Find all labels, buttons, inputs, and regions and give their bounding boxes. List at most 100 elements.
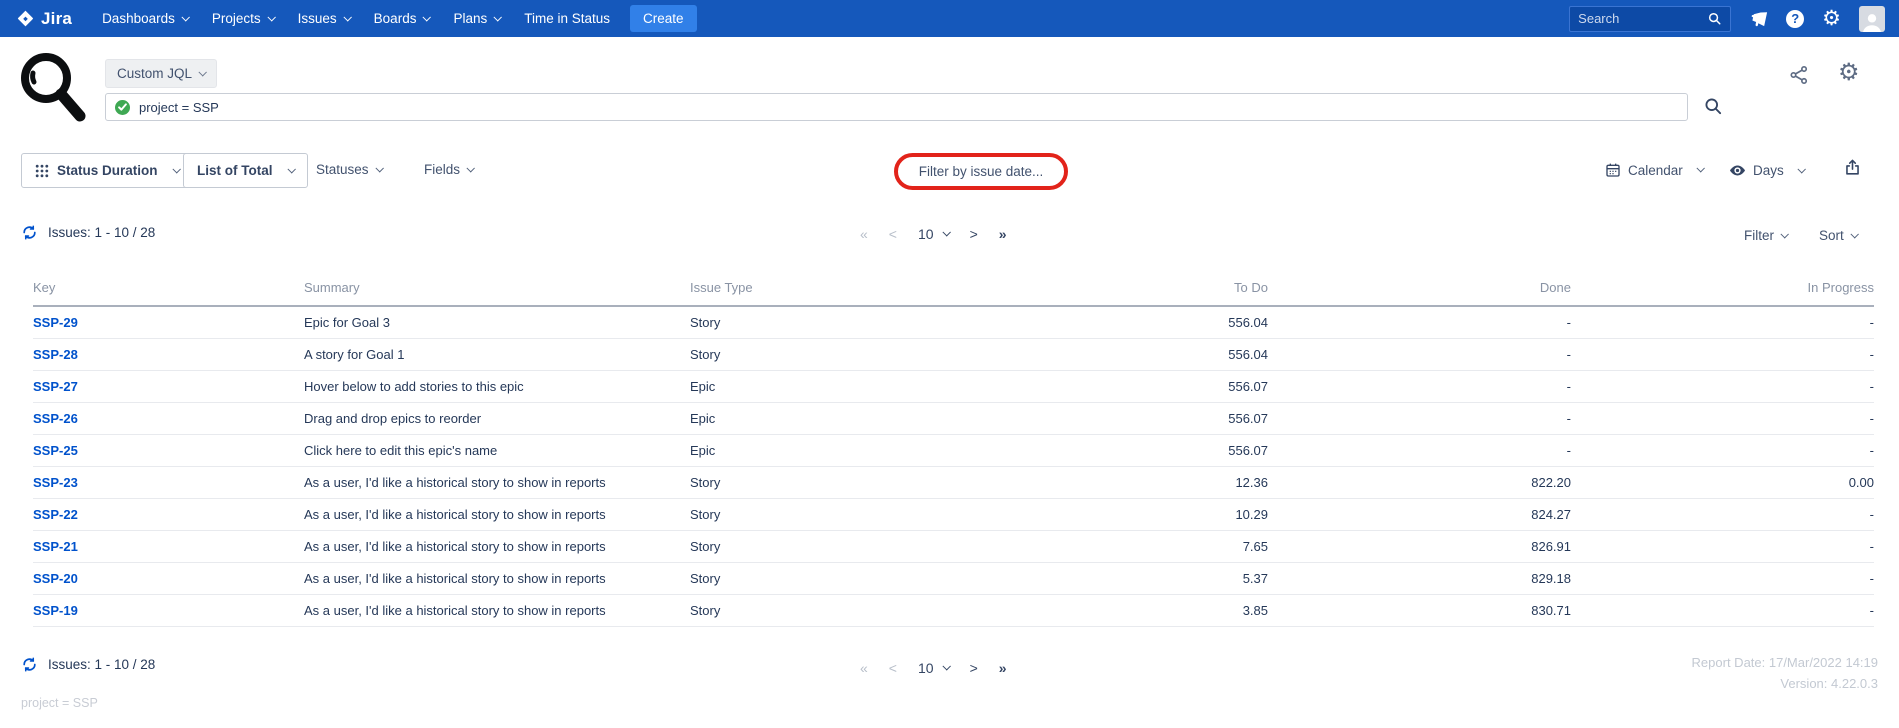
done-duration-cell: 830.71 <box>1268 603 1571 618</box>
column-header-summary[interactable]: Summary <box>304 280 690 295</box>
to-do-duration-cell: 12.36 <box>970 475 1268 490</box>
table-row[interactable]: SSP-26 Drag and drop epics to reorder Ep… <box>0 403 1899 435</box>
done-duration-cell: - <box>1268 347 1571 362</box>
table-row[interactable]: SSP-19 As a user, I'd like a historical … <box>0 595 1899 627</box>
page-size-dropdown[interactable]: 10 <box>918 226 949 242</box>
export-icon[interactable] <box>1843 158 1862 177</box>
issue-key-link[interactable]: SSP-29 <box>33 315 78 330</box>
settings-gear-icon[interactable]: ⚙ <box>1822 10 1841 28</box>
last-page-button[interactable]: » <box>999 660 1008 676</box>
nav-search-box[interactable] <box>1569 6 1731 32</box>
in-progress-duration-cell: - <box>1571 603 1874 618</box>
page-size-value: 10 <box>918 226 934 242</box>
nav-item-boards[interactable]: Boards <box>362 0 442 37</box>
nav-item-label: Dashboards <box>102 11 175 26</box>
done-duration-cell: - <box>1268 443 1571 458</box>
done-duration-cell: - <box>1268 411 1571 426</box>
share-icon[interactable] <box>1788 64 1810 86</box>
nav-item-label: Plans <box>453 11 487 26</box>
issue-table-header: Key Summary Issue Type To Do Done In Pro… <box>0 270 1899 307</box>
statuses-dropdown[interactable]: Statuses <box>316 162 382 177</box>
column-header-to-do[interactable]: To Do <box>970 280 1268 295</box>
issue-key-link[interactable]: SSP-25 <box>33 443 78 458</box>
column-header-done[interactable]: Done <box>1268 280 1571 295</box>
chevron-down-icon <box>1780 230 1788 238</box>
table-row[interactable]: SSP-23 As a user, I'd like a historical … <box>0 467 1899 499</box>
issue-key-link[interactable]: SSP-26 <box>33 411 78 426</box>
chevron-down-icon <box>198 68 206 76</box>
chevron-down-icon <box>466 164 474 172</box>
fields-label: Fields <box>424 162 460 177</box>
to-do-duration-cell: 556.04 <box>970 315 1268 330</box>
report-settings-gear-icon[interactable]: ⚙ <box>1838 58 1860 87</box>
report-type-dropdown[interactable]: Status Duration <box>21 153 193 188</box>
jql-input[interactable]: project = SSP <box>105 93 1688 121</box>
issue-key-link[interactable]: SSP-23 <box>33 475 78 490</box>
issue-key-link[interactable]: SSP-28 <box>33 347 78 362</box>
chevron-down-icon <box>287 165 295 173</box>
first-page-button[interactable]: « <box>860 226 868 242</box>
help-icon[interactable]: ? <box>1786 10 1804 28</box>
next-page-button[interactable]: > <box>970 660 978 676</box>
to-do-duration-cell: 7.65 <box>970 539 1268 554</box>
issue-key-link[interactable]: SSP-22 <box>33 507 78 522</box>
issues-count-bar-top: Issues: 1 - 10 / 28 <box>21 224 155 241</box>
issue-summary-cell: As a user, I'd like a historical story t… <box>304 571 690 586</box>
nav-item-issues[interactable]: Issues <box>286 0 362 37</box>
table-row[interactable]: SSP-27 Hover below to add stories to thi… <box>0 371 1899 403</box>
chevron-down-icon <box>494 13 502 21</box>
prev-page-button[interactable]: < <box>889 660 897 676</box>
last-page-button[interactable]: » <box>999 226 1008 242</box>
user-avatar[interactable] <box>1859 6 1885 32</box>
fields-dropdown[interactable]: Fields <box>424 162 473 177</box>
pagination-top: « < 10 > » <box>860 226 1008 242</box>
time-unit-dropdown[interactable]: Days <box>1729 162 1804 179</box>
announcements-icon[interactable] <box>1749 9 1768 28</box>
create-button[interactable]: Create <box>630 5 697 32</box>
issue-summary-cell: As a user, I'd like a historical story t… <box>304 603 690 618</box>
done-duration-cell: 829.18 <box>1268 571 1571 586</box>
page-size-dropdown[interactable]: 10 <box>918 660 949 676</box>
refresh-icon[interactable] <box>21 656 38 673</box>
issue-key-link[interactable]: SSP-27 <box>33 379 78 394</box>
issue-key-link[interactable]: SSP-19 <box>33 603 78 618</box>
nav-item-plans[interactable]: Plans <box>441 0 512 37</box>
list-mode-dropdown[interactable]: List of Total <box>183 153 308 188</box>
table-row[interactable]: SSP-29 Epic for Goal 3 Story 556.04 - - <box>0 307 1899 339</box>
issues-count-label: Issues: 1 - 10 / 28 <box>48 225 155 240</box>
column-header-key[interactable]: Key <box>33 280 304 295</box>
prev-page-button[interactable]: < <box>889 226 897 242</box>
column-header-in-progress[interactable]: In Progress <box>1571 280 1874 295</box>
column-header-issue-type[interactable]: Issue Type <box>690 280 970 295</box>
issue-key-link[interactable]: SSP-20 <box>33 571 78 586</box>
table-row[interactable]: SSP-22 As a user, I'd like a historical … <box>0 499 1899 531</box>
next-page-button[interactable]: > <box>970 226 978 242</box>
issues-count-label: Issues: 1 - 10 / 28 <box>48 657 155 672</box>
list-controls: Filter Sort <box>1744 228 1857 243</box>
search-icon <box>1707 11 1722 26</box>
nav-item-dashboards[interactable]: Dashboards <box>90 0 200 37</box>
date-filter-input[interactable]: Filter by issue date... <box>919 164 1044 179</box>
nav-search-input[interactable] <box>1578 11 1707 26</box>
table-row[interactable]: SSP-21 As a user, I'd like a historical … <box>0 531 1899 563</box>
table-row[interactable]: SSP-20 As a user, I'd like a historical … <box>0 563 1899 595</box>
nav-item-label: Boards <box>374 11 417 26</box>
query-mode-dropdown[interactable]: Custom JQL <box>105 59 217 88</box>
issue-key-link[interactable]: SSP-21 <box>33 539 78 554</box>
calendar-dropdown[interactable]: Calendar <box>1605 162 1703 178</box>
first-page-button[interactable]: « <box>860 660 868 676</box>
run-search-icon[interactable] <box>1703 96 1723 116</box>
filter-dropdown[interactable]: Filter <box>1744 228 1787 243</box>
issue-summary-cell: A story for Goal 1 <box>304 347 690 362</box>
table-row[interactable]: SSP-28 A story for Goal 1 Story 556.04 -… <box>0 339 1899 371</box>
issue-summary-cell: Epic for Goal 3 <box>304 315 690 330</box>
sort-dropdown[interactable]: Sort <box>1819 228 1857 243</box>
nav-item-projects[interactable]: Projects <box>200 0 286 37</box>
issue-type-cell: Story <box>690 507 970 522</box>
refresh-icon[interactable] <box>21 224 38 241</box>
issue-type-cell: Story <box>690 539 970 554</box>
issue-summary-cell: Click here to edit this epic's name <box>304 443 690 458</box>
jira-logo[interactable]: Jira <box>16 9 72 29</box>
table-row[interactable]: SSP-25 Click here to edit this epic's na… <box>0 435 1899 467</box>
nav-item-time-in-status[interactable]: Time in Status <box>512 0 622 37</box>
